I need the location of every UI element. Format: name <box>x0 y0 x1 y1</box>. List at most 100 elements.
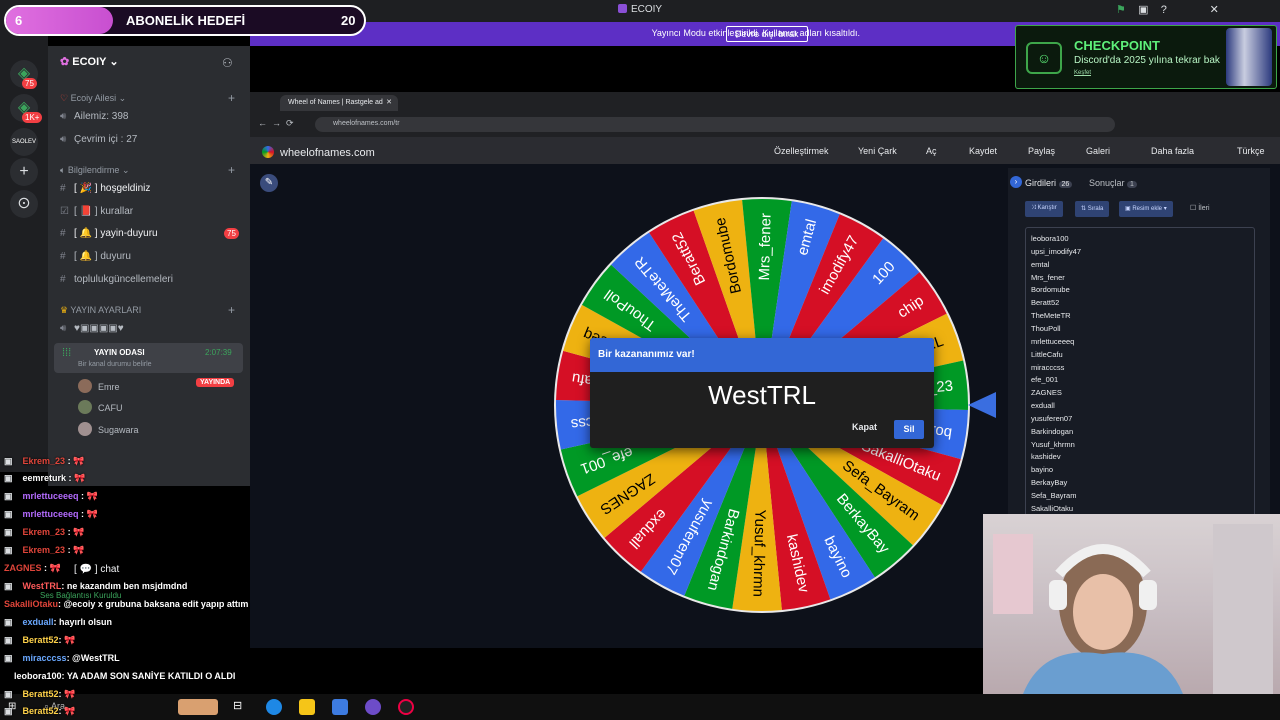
avatar <box>78 400 92 414</box>
nav-share[interactable]: Paylaş <box>1028 146 1055 156</box>
channel-topluluk[interactable]: # toplulukgüncellemeleri <box>60 274 173 285</box>
entries-textarea[interactable] <box>1025 227 1255 517</box>
voice-user[interactable]: Emre <box>78 379 120 393</box>
channel-voice-settings[interactable]: 🔊︎ ♥▣▣▣▣♥ <box>60 323 124 334</box>
chat-message: ▣ Beratt52: 🎀 <box>4 689 76 699</box>
wheel-segment-label: Yusuf_khrmn <box>749 509 768 597</box>
sort-button[interactable]: ⇅ Sırala <box>1075 201 1110 217</box>
file-explorer-icon[interactable] <box>299 699 315 715</box>
chat-badge-icon: ▣ <box>4 581 13 591</box>
wheel-segment-label: Mrs_fener <box>756 213 775 281</box>
inbox-icon[interactable]: ⚑ <box>1116 4 1126 16</box>
entry-item: exduall <box>1031 401 1055 411</box>
voice-user[interactable]: Sugawara <box>78 422 139 436</box>
unread-badge: 75 <box>224 228 239 239</box>
chat-badge-icon: ▣ <box>4 491 13 501</box>
subscriber-goal-widget: 6 ABONELİK HEDEFİ 20 <box>4 5 366 36</box>
close-icon[interactable]: ✕ <box>1210 4 1219 16</box>
entry-item: efe_001 <box>1031 375 1059 385</box>
close-tab-icon[interactable]: ✕ <box>386 98 392 106</box>
entry-item: Bordomube <box>1031 285 1070 295</box>
address-bar[interactable]: wheelofnames.com/tr <box>315 117 1115 132</box>
entry-item: yusuferen07 <box>1031 413 1073 423</box>
nav-buttons[interactable]: ← → ⟳ <box>258 118 294 129</box>
edge-icon[interactable] <box>266 699 282 715</box>
voice-user[interactable]: CAFU <box>78 400 123 414</box>
nav-gallery[interactable]: Galeri <box>1086 146 1110 156</box>
entry-item: bayino <box>1031 465 1054 475</box>
voice-room-name: YAYIN ODASI <box>94 348 145 357</box>
chat-message: ▣ Beratt52: 🎀 <box>4 706 76 716</box>
tab-results[interactable]: Sonuçlar 1 <box>1089 178 1137 188</box>
add-channel-icon[interactable]: + <box>228 163 235 177</box>
channel-yayin-duyuru[interactable]: #[ 🔔 ] yayin-duyuru <box>60 228 158 239</box>
explore-icon[interactable]: ⊙ <box>10 190 38 218</box>
chat-badge-icon: ▣ <box>4 545 13 555</box>
voice-status[interactable]: Bir kanal durumu belirle <box>78 361 152 368</box>
wheel-pointer <box>968 392 996 418</box>
disable-streamer-mode-button[interactable]: Devre dışı bırak <box>726 26 808 42</box>
server-icon-saolev[interactable]: SAOLEV <box>10 128 38 156</box>
channel-kurallar[interactable]: ☑[ 📕 ] kurallar <box>60 206 133 217</box>
entry-item: Barkindogan <box>1031 426 1074 436</box>
chat-badge-icon: ▣ <box>4 706 13 716</box>
help-icon[interactable]: ? <box>1161 4 1167 16</box>
entry-item: SakalliOtaku <box>1031 503 1074 513</box>
avatar <box>78 379 92 393</box>
channel-hosgeldiniz[interactable]: #[ 🎉 ] hoşgeldiniz <box>60 183 150 194</box>
nav-save[interactable]: Kaydet <box>969 146 997 156</box>
window-controls[interactable]: ⚑ ▣ ? ✕ <box>1116 3 1219 16</box>
category-yayin[interactable]: ♛ YAYIN AYARLARI <box>60 305 141 316</box>
entry-item: emtal <box>1031 259 1050 269</box>
promo-subtitle: Discord'da 2025 yılına tekrar bak <box>1074 55 1220 66</box>
screen-icon[interactable]: ▣ <box>1138 4 1148 16</box>
chat-badge-icon: ▣ <box>4 456 13 466</box>
add-server-icon[interactable]: + <box>10 158 38 186</box>
entry-item: ThouPoll <box>1031 323 1061 333</box>
nav-open[interactable]: Aç <box>926 146 937 156</box>
add-member-icon[interactable]: ⚇ <box>222 56 233 70</box>
advanced-checkbox[interactable]: ☐ İleri <box>1190 204 1210 212</box>
entry-item: TheMeteTR <box>1031 311 1071 321</box>
chat-badge-icon: ▣ <box>4 527 13 537</box>
streamer-image <box>993 524 1273 694</box>
nav-language[interactable]: Türkçe <box>1237 146 1265 156</box>
tab-entries[interactable]: Girdileri 26 <box>1025 178 1073 188</box>
remove-button[interactable]: Sil <box>894 420 924 439</box>
browser-tab[interactable]: Wheel of Names | Rastgele ad ✕ <box>280 95 398 111</box>
chevron-right-icon[interactable]: › <box>1010 176 1022 188</box>
voice-room-panel[interactable]: ⁞⁞⁞ YAYIN ODASI 2:07:39 Bir kanal durumu… <box>54 343 243 373</box>
server-badge: 1K+ <box>22 112 43 123</box>
category-info[interactable]: 🔈︎ Bilgilendirme ⌄ <box>60 165 129 176</box>
obs-icon[interactable] <box>398 699 414 715</box>
chat-message: ▣ Ekrem_23 : 🎀 <box>4 456 85 466</box>
chat-message: ▣ WestTRL: ne kazandım ben msjdmdnd <box>4 581 188 591</box>
entry-item: ZAGNES <box>1031 388 1062 398</box>
edit-icon[interactable]: ✎ <box>260 174 278 192</box>
goal-current: 6 <box>15 13 23 28</box>
app-icon[interactable] <box>332 699 348 715</box>
add-channel-icon[interactable]: + <box>228 91 235 105</box>
entry-item: Beratt52 <box>1031 298 1060 308</box>
entry-item: LittleCafu <box>1031 349 1063 359</box>
chat-message: ▣ eemreturk : 🎀 <box>4 473 86 483</box>
add-channel-icon[interactable]: + <box>228 303 235 317</box>
channel-duyuru[interactable]: #[ 🔔 ] duyuru <box>60 251 131 262</box>
webcam-feed <box>983 514 1280 694</box>
checkpoint-promo[interactable]: ☺ CHECKPOINT Discord'da 2025 yılına tekr… <box>1015 25 1277 89</box>
chat-message: ▣ miracccss: @WestTRL <box>4 653 120 663</box>
server-name[interactable]: ✿ ECOIY ⌄ <box>60 55 119 68</box>
site-logo[interactable]: wheelofnames.com <box>262 146 375 159</box>
entry-item: Mrs_fener <box>1031 272 1065 282</box>
discord-taskbar-icon[interactable] <box>365 699 381 715</box>
promo-link[interactable]: Keşfet <box>1074 70 1091 76</box>
live-badge: YAYINDA <box>196 378 235 387</box>
wheel-logo-icon <box>262 146 274 158</box>
close-button[interactable]: Kapat <box>852 422 877 432</box>
nav-customize[interactable]: Özelleştirmek <box>774 146 829 156</box>
category-family[interactable]: ♡ Ecoiy Ailesi ⌄ <box>60 93 126 104</box>
nav-more[interactable]: Daha fazla <box>1151 146 1194 156</box>
add-image-button[interactable]: ▣ Resim ekle ▾ <box>1119 201 1173 217</box>
shuffle-button[interactable]: ⤨ Karıştır <box>1025 201 1063 217</box>
nav-new-wheel[interactable]: Yeni Çark <box>858 146 897 156</box>
